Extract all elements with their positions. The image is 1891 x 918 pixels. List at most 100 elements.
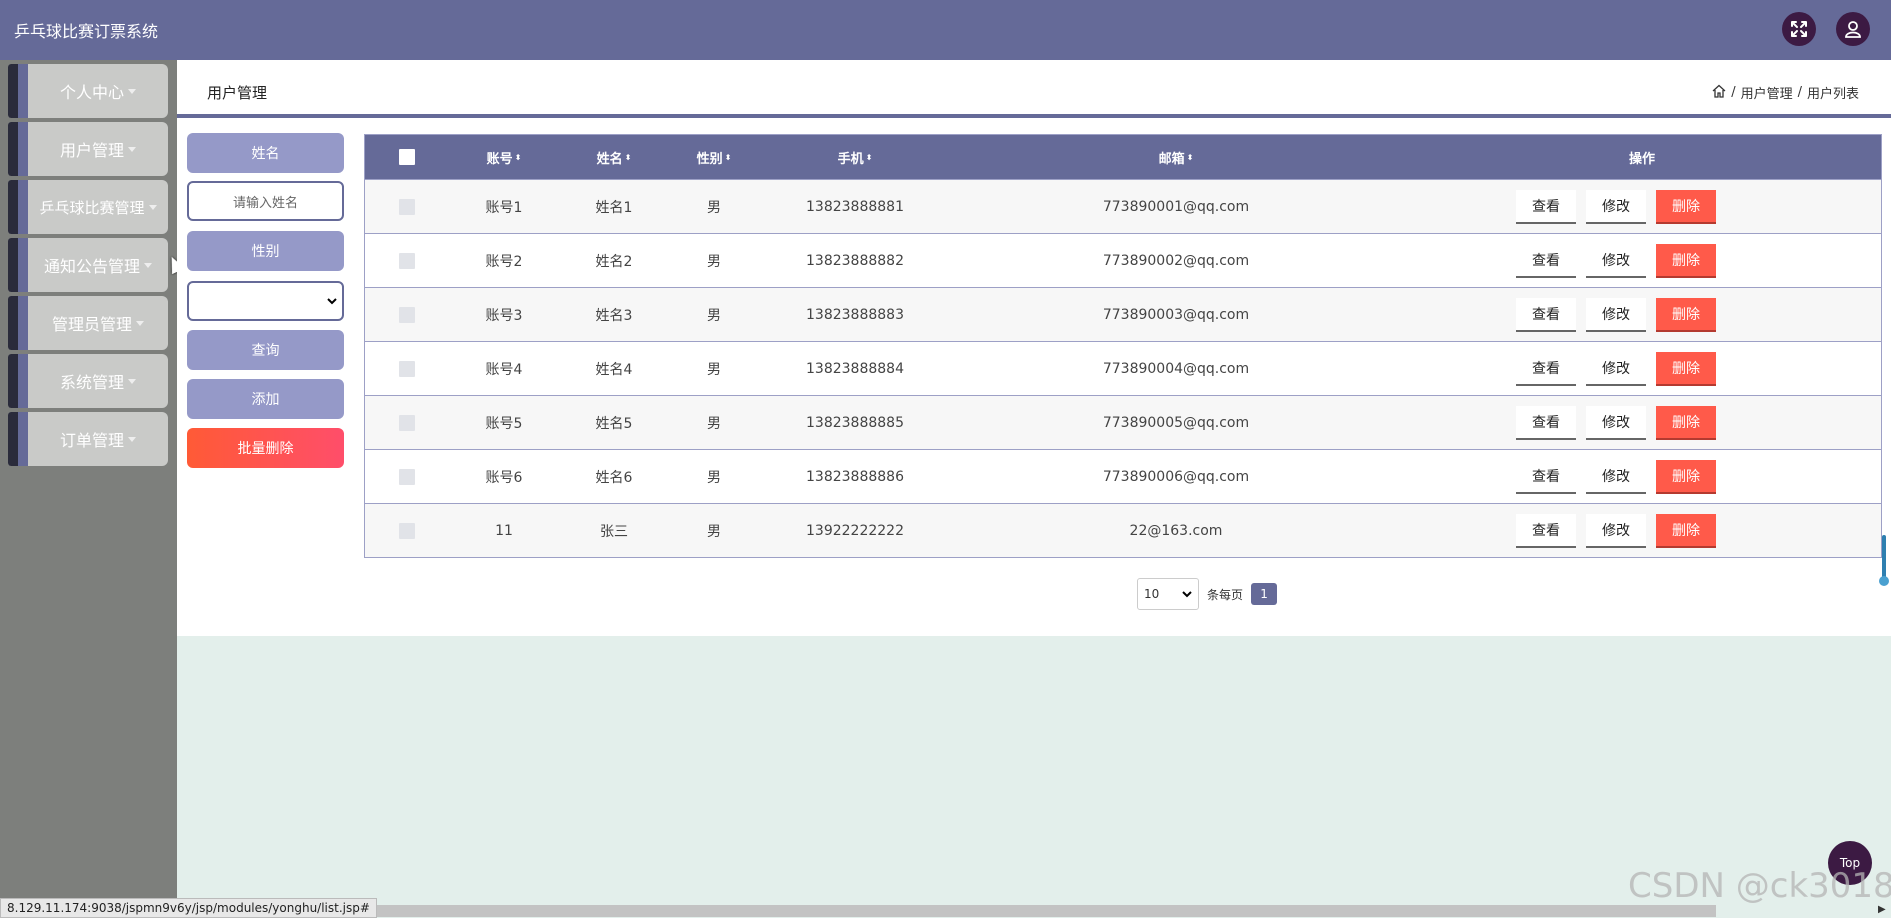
horizontal-scrollbar[interactable]	[348, 905, 1716, 917]
scroll-handle-icon[interactable]	[1879, 576, 1889, 586]
cell-sex: 男	[707, 361, 721, 378]
cell-phone: 13823888886	[806, 468, 904, 485]
delete-button[interactable]: 删除	[1656, 405, 1716, 440]
view-button[interactable]: 查看	[1516, 513, 1576, 548]
column-header-name[interactable]: 姓名 ⬍	[559, 135, 669, 179]
sort-icon[interactable]: ⬍	[866, 153, 873, 162]
sidebar-item-label: 乒乓球比赛管理	[39, 198, 145, 217]
edit-button[interactable]: 修改	[1586, 189, 1646, 224]
view-button[interactable]: 查看	[1516, 459, 1576, 494]
sidebar-item-system-management[interactable]: 系统管理	[8, 354, 168, 408]
name-search-input[interactable]: 请输入姓名	[187, 181, 344, 221]
edit-button[interactable]: 修改	[1586, 297, 1646, 332]
view-button[interactable]: 查看	[1516, 351, 1576, 386]
select-all-checkbox[interactable]	[399, 149, 415, 165]
cell-email: 773890002@qq.com	[1102, 252, 1250, 269]
edit-button[interactable]: 修改	[1586, 459, 1646, 494]
user-table: 账号 ⬍ 姓名 ⬍ 性别 ⬍ 手机 ⬍ 邮箱 ⬍ 操作 账号1 姓名1 男 1382388888…	[364, 134, 1882, 558]
column-header-account[interactable]: 账号 ⬍	[449, 135, 559, 179]
row-checkbox[interactable]	[399, 198, 415, 215]
row-checkbox[interactable]	[399, 414, 415, 431]
batch-delete-button[interactable]: 批量删除	[187, 428, 344, 468]
watermark: CSDN @ck3018	[1628, 866, 1891, 906]
table-row: 账号4 姓名4 男 13823888884 773890004@qq.com 查看 修改 删除	[365, 341, 1881, 395]
sidebar-item-label: 管理员管理	[51, 315, 132, 334]
status-url: 8.129.11.174:9038/jspmn9v6y/jsp/modules/…	[0, 898, 377, 918]
cell-email: 773890006@qq.com	[1102, 468, 1250, 485]
column-header-phone[interactable]: 手机 ⬍	[759, 135, 951, 179]
sidebar-item-personal-center[interactable]: 个人中心	[8, 64, 168, 118]
cell-name: 姓名4	[595, 361, 633, 378]
row-checkbox[interactable]	[399, 522, 415, 539]
edit-button[interactable]: 修改	[1586, 405, 1646, 440]
cell-sex: 男	[707, 469, 721, 486]
cell-name: 姓名5	[595, 415, 633, 432]
sort-icon[interactable]: ⬍	[515, 153, 522, 162]
column-header-sex[interactable]: 性别 ⬍	[669, 135, 759, 179]
cell-sex: 男	[707, 199, 721, 216]
caret-down-icon	[128, 378, 136, 384]
cell-phone: 13823888881	[806, 198, 904, 215]
delete-button[interactable]: 删除	[1656, 513, 1716, 548]
add-button[interactable]: 添加	[187, 379, 344, 419]
sidebar-item-label: 系统管理	[59, 373, 124, 392]
sort-icon[interactable]: ⬍	[725, 153, 732, 162]
sort-icon[interactable]: ⬍	[625, 153, 632, 162]
row-checkbox[interactable]	[399, 306, 415, 323]
view-button[interactable]: 查看	[1516, 243, 1576, 278]
edit-button[interactable]: 修改	[1586, 513, 1646, 548]
sidebar-item-user-management[interactable]: 用户管理	[8, 122, 168, 176]
row-checkbox[interactable]	[399, 468, 415, 485]
sidebar-item-label: 用户管理	[59, 141, 124, 160]
table-body: 账号1 姓名1 男 13823888881 773890001@qq.com 查看 修改 删除…	[365, 179, 1881, 557]
cell-name: 姓名3	[595, 307, 633, 324]
view-button[interactable]: 查看	[1516, 405, 1576, 440]
page-button-current[interactable]: 1	[1251, 583, 1278, 605]
main-panel: 用户管理 / 用户管理 / 用户列表 姓名 请输入姓名 性别 查询 添加 批量删…	[177, 60, 1891, 636]
cell-name: 姓名6	[595, 469, 633, 486]
delete-button[interactable]: 删除	[1656, 351, 1716, 386]
caret-down-icon	[144, 262, 152, 268]
row-checkbox[interactable]	[399, 252, 415, 269]
delete-button[interactable]: 删除	[1656, 189, 1716, 224]
cell-phone: 13823888885	[806, 414, 904, 431]
sidebar-item-order-management[interactable]: 订单管理	[8, 412, 168, 466]
breadcrumb-item[interactable]: 用户管理	[1741, 83, 1793, 102]
delete-button[interactable]: 删除	[1656, 243, 1716, 278]
sidebar-item-notice-management[interactable]: 通知公告管理	[8, 238, 168, 292]
name-label: 姓名	[187, 133, 344, 173]
cell-email: 773890001@qq.com	[1102, 198, 1250, 215]
page-size-select[interactable]: 10	[1137, 578, 1199, 610]
fullscreen-icon[interactable]	[1782, 12, 1816, 46]
delete-button[interactable]: 删除	[1656, 297, 1716, 332]
breadcrumb: / 用户管理 / 用户列表	[1712, 83, 1859, 102]
cell-email: 773890005@qq.com	[1102, 414, 1250, 431]
row-checkbox[interactable]	[399, 360, 415, 377]
cell-sex: 男	[707, 415, 721, 432]
sidebar-item-match-management[interactable]: 乒乓球比赛管理	[8, 180, 168, 234]
edit-button[interactable]: 修改	[1586, 243, 1646, 278]
per-page-label: 条每页	[1207, 587, 1244, 602]
sidebar-item-admin-management[interactable]: 管理员管理	[8, 296, 168, 350]
column-header-email[interactable]: 邮箱 ⬍	[951, 135, 1401, 179]
home-icon[interactable]	[1712, 84, 1726, 102]
user-icon[interactable]	[1836, 12, 1870, 46]
sex-select[interactable]	[187, 281, 344, 321]
caret-down-icon	[136, 320, 144, 326]
cell-email: 22@163.com	[1129, 522, 1223, 539]
edit-button[interactable]: 修改	[1586, 351, 1646, 386]
delete-button[interactable]: 删除	[1656, 459, 1716, 494]
cell-phone: 13823888882	[806, 252, 904, 269]
table-row: 账号1 姓名1 男 13823888881 773890001@qq.com 查看 修改 删除	[365, 179, 1881, 233]
view-button[interactable]: 查看	[1516, 189, 1576, 224]
sidebar-item-label: 订单管理	[59, 431, 124, 450]
sort-icon[interactable]: ⬍	[1187, 153, 1194, 162]
sex-label: 性别	[187, 231, 344, 271]
view-button[interactable]: 查看	[1516, 297, 1576, 332]
cell-name: 姓名2	[595, 253, 633, 270]
query-button[interactable]: 查询	[187, 330, 344, 370]
cell-email: 773890003@qq.com	[1102, 306, 1250, 323]
column-header-actions: 操作	[1628, 151, 1655, 167]
cell-phone: 13823888884	[806, 360, 904, 377]
table-row: 11 张三 男 13922222222 22@163.com 查看 修改 删除	[365, 503, 1881, 557]
